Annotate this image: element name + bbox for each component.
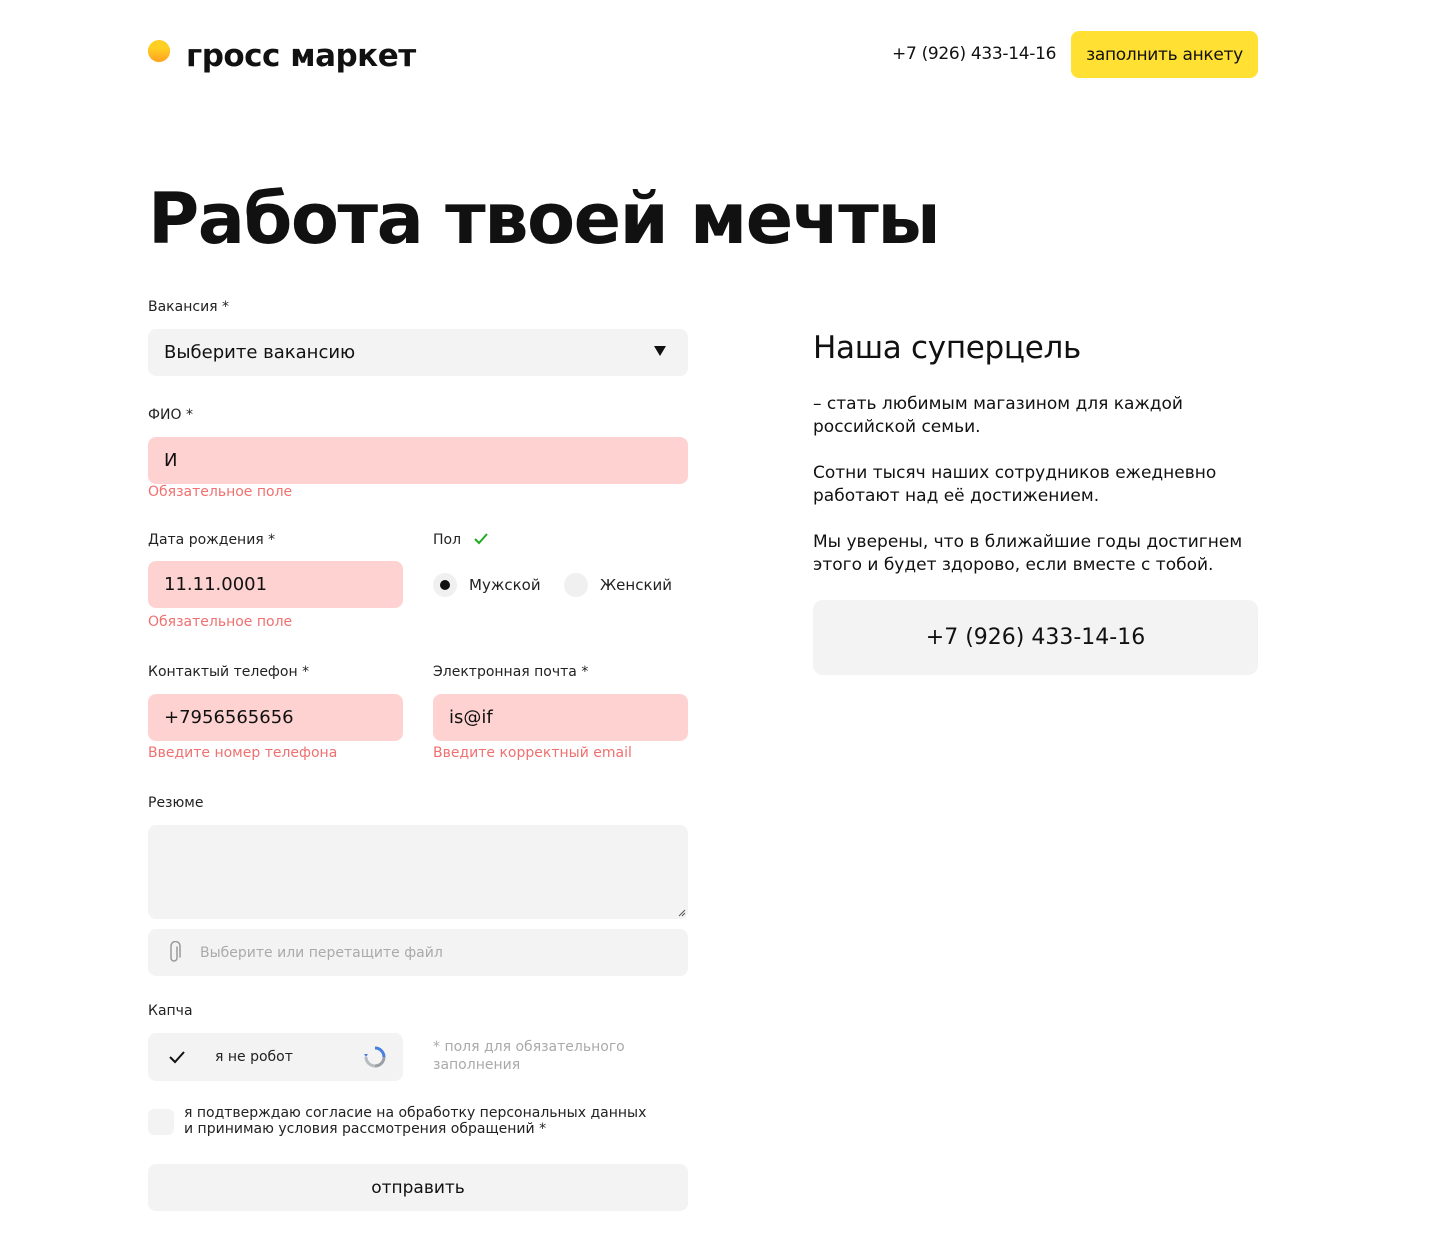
birthdate-input[interactable]: 11.11.0001: [148, 561, 403, 608]
gender-option-female-label: Женский: [600, 576, 672, 594]
phone-label: Контактый телефон *: [148, 664, 310, 680]
gender-radio-male[interactable]: Мужской: [433, 573, 541, 597]
logo-icon: [148, 40, 170, 72]
fio-label: ФИО *: [148, 407, 193, 423]
logo[interactable]: гросс маркет: [148, 38, 416, 74]
aside-paragraph-3: Мы уверены, что в ближайшие годы достигн…: [813, 532, 1243, 575]
birthdate-input-value: 11.11.0001: [164, 574, 268, 595]
fill-form-button[interactable]: заполнить анкету: [1071, 31, 1258, 78]
phone-error: Введите номер телефона: [148, 745, 338, 761]
email-error: Введите корректный email: [433, 745, 632, 761]
chevron-down-icon: [654, 346, 666, 356]
vacancy-select[interactable]: Выберите вакансию: [148, 329, 688, 376]
aside-paragraph-2: Сотни тысяч наших сотрудников ежедневно …: [813, 463, 1217, 506]
resume-label: Резюме: [148, 795, 204, 811]
fio-input-value: И: [164, 450, 178, 471]
recaptcha-icon: [364, 1046, 386, 1068]
gender-label: Пол: [433, 532, 462, 548]
captcha-text: я не робот: [215, 1049, 293, 1065]
aside-paragraph-1: – стать любимым магазином для каждой рос…: [813, 394, 1183, 437]
email-input-value: is@if: [449, 707, 493, 728]
birthdate-label: Дата рождения *: [148, 532, 276, 548]
aside-title: Наша суперцель: [813, 330, 1081, 366]
required-note: * поля для обязательного заполнения: [433, 1039, 625, 1073]
captcha-check-icon[interactable]: [169, 1050, 185, 1064]
resume-textarea[interactable]: [148, 825, 688, 919]
email-input[interactable]: is@if: [433, 694, 688, 741]
radio-circle-checked: [433, 573, 457, 597]
resize-handle-icon[interactable]: [676, 907, 686, 917]
email-label: Электронная почта *: [433, 664, 589, 680]
captcha-widget[interactable]: я не робот: [148, 1033, 403, 1081]
fio-error: Обязательное поле: [148, 484, 293, 500]
aside-phone-link[interactable]: +7 (926) 433-14-16: [813, 600, 1258, 675]
paperclip-icon: [170, 940, 181, 962]
valid-check-icon: [474, 533, 488, 545]
gender-radio-female[interactable]: Женский: [564, 573, 672, 597]
phone-input-value: +7956565656: [164, 707, 294, 728]
submit-button[interactable]: отправить: [148, 1164, 688, 1211]
consent-text: я подтверждаю согласие на обработку перс…: [184, 1105, 647, 1137]
captcha-label: Капча: [148, 1003, 193, 1019]
phone-input[interactable]: +7956565656: [148, 694, 403, 741]
birthdate-error: Обязательное поле: [148, 614, 293, 630]
vacancy-label: Вакансия *: [148, 299, 230, 315]
logo-text: гросс маркет: [186, 38, 416, 74]
file-upload-placeholder: Выберите или перетащите файл: [200, 944, 443, 961]
header-phone-link[interactable]: +7 (926) 433-14-16: [892, 44, 1056, 64]
file-upload[interactable]: Выберите или перетащите файл: [148, 929, 688, 976]
fio-input[interactable]: И: [148, 437, 688, 484]
radio-circle-unchecked: [564, 573, 588, 597]
vacancy-select-value: Выберите вакансию: [164, 342, 356, 363]
page-title: Работа твоей мечты: [148, 178, 941, 260]
gender-option-male-label: Мужской: [469, 576, 541, 594]
consent-checkbox[interactable]: [148, 1109, 174, 1135]
